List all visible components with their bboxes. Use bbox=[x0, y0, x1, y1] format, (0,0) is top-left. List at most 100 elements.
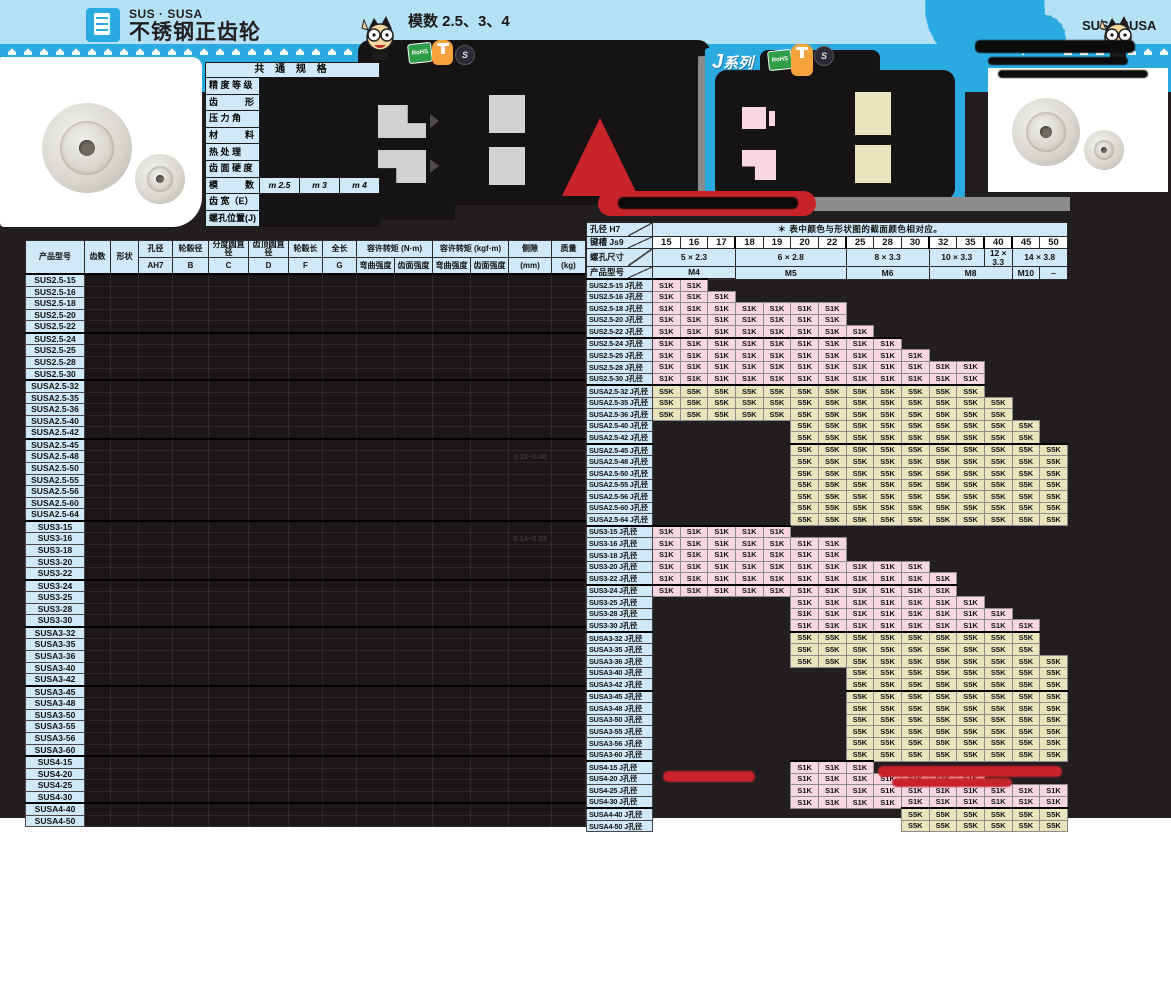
empty-cell bbox=[763, 644, 791, 656]
redacted-cell bbox=[471, 451, 509, 463]
redacted-cell bbox=[209, 603, 249, 615]
availability-cell: S1K bbox=[791, 785, 819, 797]
redacted-cell bbox=[209, 286, 249, 298]
empty-cell bbox=[708, 620, 736, 632]
empty-cell bbox=[708, 703, 736, 715]
redacted-cell bbox=[357, 698, 395, 710]
availability-cell: S5K bbox=[984, 820, 1012, 832]
redacted-cell bbox=[323, 345, 357, 357]
empty-cell bbox=[708, 514, 736, 526]
availability-cell: S1K bbox=[846, 608, 874, 620]
redacted-cell bbox=[323, 298, 357, 310]
column-header: 质量 bbox=[552, 241, 586, 258]
availability-cell: S1K bbox=[680, 279, 708, 291]
redacted-cell bbox=[395, 380, 433, 392]
redacted-cell bbox=[139, 451, 173, 463]
empty-cell bbox=[791, 526, 819, 538]
empty-cell bbox=[901, 338, 929, 350]
empty-cell bbox=[1012, 608, 1040, 620]
redacted-cell bbox=[249, 415, 289, 427]
redacted-cell bbox=[209, 580, 249, 592]
availability-cell: S5K bbox=[957, 714, 985, 726]
empty-cell bbox=[957, 573, 985, 585]
redacted-cell bbox=[173, 463, 209, 475]
empty-cell bbox=[680, 785, 708, 797]
availability-cell: S1K bbox=[874, 585, 902, 597]
empty-cell bbox=[763, 667, 791, 679]
availability-cell: S5K bbox=[791, 514, 819, 526]
empty-cell bbox=[763, 632, 791, 644]
redacted-cell bbox=[471, 651, 509, 663]
empty-cell bbox=[680, 679, 708, 691]
redacted-cell bbox=[209, 568, 249, 580]
empty-cell bbox=[735, 468, 763, 480]
redacted-cell bbox=[357, 356, 395, 368]
keyway-size: 8 × 3.3 bbox=[846, 249, 929, 267]
availability-cell: S1K bbox=[708, 373, 736, 385]
redacted-cell bbox=[111, 768, 139, 780]
redacted-cell bbox=[209, 533, 249, 545]
shape-diagram bbox=[489, 147, 525, 185]
mascot-character-icon bbox=[1096, 14, 1140, 62]
redacted-cell bbox=[552, 791, 586, 803]
availability-cell: S1K bbox=[763, 326, 791, 338]
redacted-cell bbox=[509, 803, 552, 815]
redacted-cell bbox=[173, 321, 209, 333]
redacted-cell bbox=[249, 662, 289, 674]
availability-cell: S5K bbox=[929, 737, 957, 749]
availability-cell: S5K bbox=[901, 409, 929, 421]
redacted-cell bbox=[85, 592, 111, 604]
availability-cell: S1K bbox=[763, 361, 791, 373]
empty-cell bbox=[791, 749, 819, 761]
availability-cell: S5K bbox=[901, 432, 929, 444]
empty-cell bbox=[763, 737, 791, 749]
availability-cell: S5K bbox=[874, 444, 902, 456]
empty-cell bbox=[763, 420, 791, 432]
availability-cell: S1K bbox=[901, 620, 929, 632]
redacted-cell bbox=[85, 674, 111, 686]
redacted-cell bbox=[509, 463, 552, 475]
redacted-cell bbox=[433, 580, 471, 592]
empty-cell bbox=[846, 549, 874, 561]
empty-cell bbox=[680, 749, 708, 761]
empty-cell bbox=[653, 432, 681, 444]
matrix-row-label: SUSA2.5-45 J孔径 bbox=[587, 444, 653, 456]
empty-cell bbox=[818, 714, 846, 726]
redacted-cell bbox=[139, 580, 173, 592]
empty-cell bbox=[929, 279, 957, 291]
availability-cell: S1K bbox=[901, 350, 929, 362]
redacted-cell bbox=[395, 815, 433, 827]
redacted-cell bbox=[249, 791, 289, 803]
availability-cell: S1K bbox=[708, 538, 736, 550]
empty-cell bbox=[680, 726, 708, 738]
availability-cell: S5K bbox=[929, 691, 957, 703]
redacted-cell bbox=[471, 580, 509, 592]
availability-cell: S5K bbox=[1040, 502, 1068, 514]
availability-cell: S5K bbox=[846, 749, 874, 761]
empty-cell bbox=[680, 656, 708, 668]
availability-cell: S5K bbox=[929, 432, 957, 444]
redacted-cell bbox=[111, 544, 139, 556]
availability-cell: S1K bbox=[818, 561, 846, 573]
empty-cell bbox=[708, 667, 736, 679]
redacted-cell bbox=[509, 427, 552, 439]
matrix-row-label: SUS3-22 J孔径 bbox=[587, 573, 653, 585]
redacted-cell bbox=[395, 592, 433, 604]
empty-cell bbox=[984, 561, 1012, 573]
empty-cell bbox=[708, 608, 736, 620]
empty-cell bbox=[874, 314, 902, 326]
redacted-cell bbox=[323, 662, 357, 674]
redacted-cell bbox=[85, 615, 111, 627]
availability-cell: S5K bbox=[874, 409, 902, 421]
empty-cell bbox=[1040, 338, 1068, 350]
redacted-cell bbox=[209, 686, 249, 698]
spec-label: 齿 形 bbox=[206, 94, 260, 111]
availability-cell: S5K bbox=[818, 479, 846, 491]
redacted-cell bbox=[433, 721, 471, 733]
red-banner bbox=[598, 191, 816, 216]
empty-cell bbox=[653, 597, 681, 609]
availability-cell: S5K bbox=[1040, 820, 1068, 832]
empty-cell bbox=[957, 326, 985, 338]
empty-cell bbox=[735, 714, 763, 726]
redacted-cell bbox=[471, 463, 509, 475]
